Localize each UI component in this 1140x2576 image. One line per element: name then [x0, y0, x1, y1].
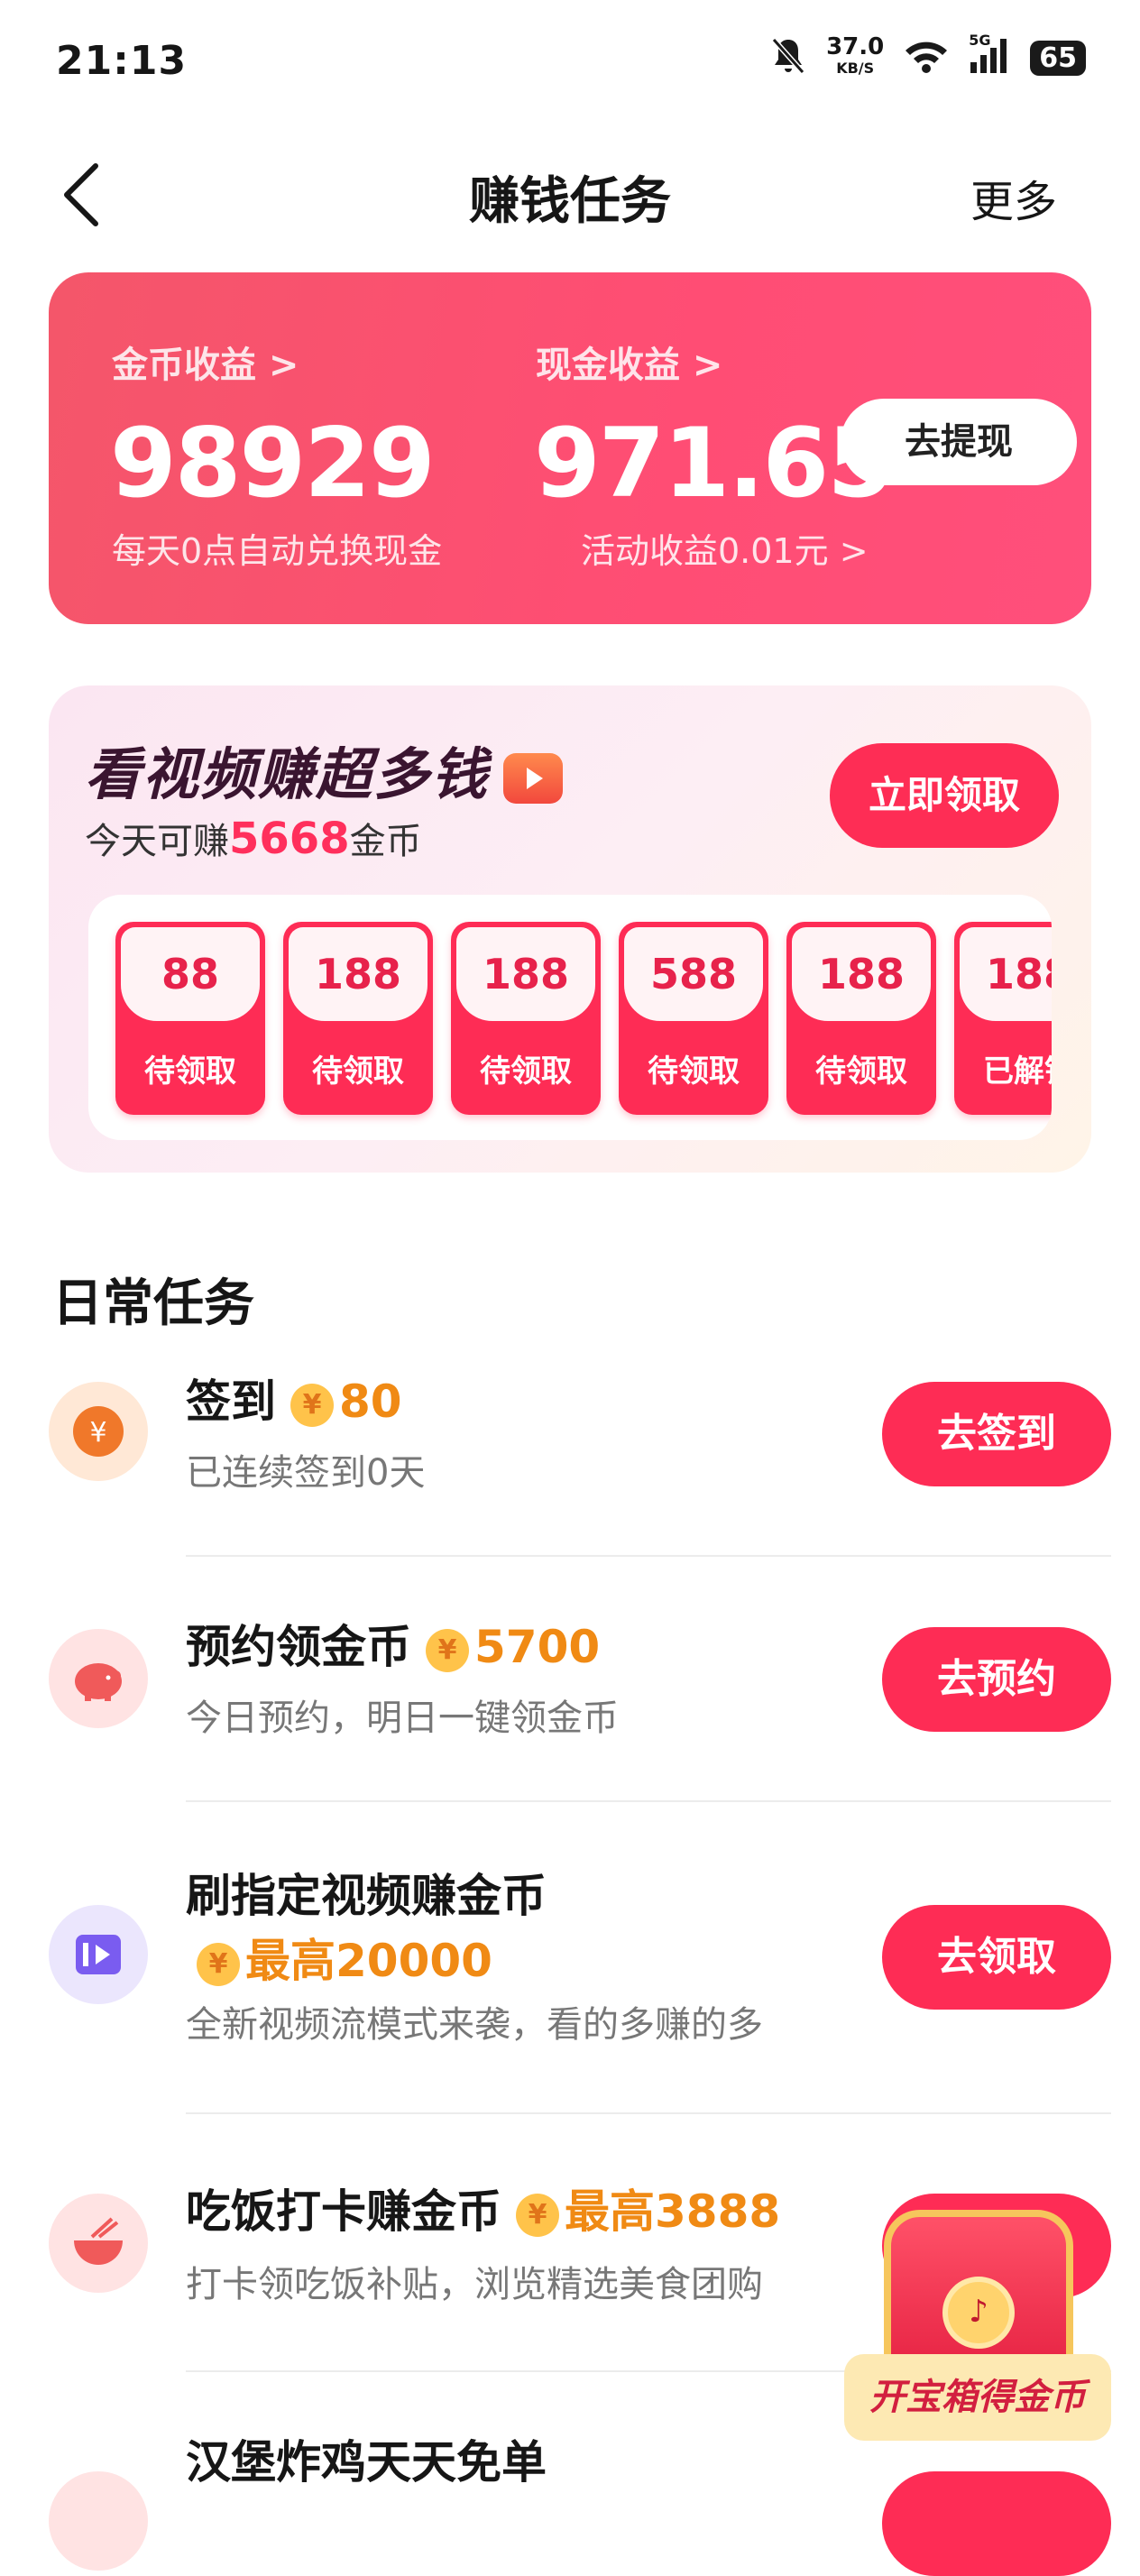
video-icon	[49, 1905, 148, 2004]
tiktok-icon: ♪	[942, 2277, 1015, 2349]
coin-icon: ¥	[290, 1383, 334, 1427]
coin-icon: ¥	[197, 1942, 240, 1986]
coin-earnings-note: 每天0点自动兑换现金	[112, 531, 443, 571]
wifi-icon	[904, 38, 949, 78]
earnings-card: 金币收益 > 98929 每天0点自动兑换现金 现金收益 > 971.65 活动…	[49, 272, 1091, 624]
reward-tile[interactable]: 188 待领取	[451, 922, 601, 1115]
task-name: 预约领金币 ¥5700	[186, 1621, 601, 1673]
reserve-button[interactable]: 去预约	[882, 1627, 1111, 1732]
divider	[186, 1555, 1111, 1557]
daily-tasks-heading: 日常任务	[52, 1274, 254, 1333]
video-card-title: 看视频赚超多钱	[85, 729, 564, 810]
cellular-signal-icon: 5G	[969, 32, 1010, 78]
more-button[interactable]: 更多	[970, 166, 1057, 229]
tv-icon	[503, 752, 564, 804]
reward-tile[interactable]: 188 待领取	[786, 922, 936, 1115]
network-speed: 37.0 KB/S	[826, 33, 885, 77]
burger-icon	[49, 2471, 148, 2571]
coin-icon: ¥	[49, 1382, 148, 1481]
cash-earnings-value: 971.65	[534, 408, 894, 519]
divider	[186, 1800, 1111, 1802]
coin-earnings-value: 98929	[110, 408, 436, 519]
withdraw-button[interactable]: 去提现	[841, 399, 1077, 485]
status-icons: 37.0 KB/S 5G 65	[770, 32, 1086, 79]
claim-now-button[interactable]: 立即领取	[830, 743, 1059, 848]
treasure-chest-button[interactable]: ♪ 开宝箱得金币	[830, 2201, 1118, 2507]
status-time: 21:13	[56, 38, 188, 84]
cash-earnings-link[interactable]: 现金收益 >	[536, 336, 722, 388]
reward-tile[interactable]: 88 待领取	[115, 922, 265, 1115]
divider	[186, 2112, 1111, 2114]
task-desc: 今日预约，明日一键领金币	[186, 1697, 619, 1739]
coin-icon: ¥	[426, 1628, 469, 1672]
task-desc: 已连续签到0天	[186, 1452, 426, 1494]
bowl-icon	[49, 2194, 148, 2293]
task-desc: 打卡领吃饭补贴，浏览精选美食团购	[186, 2264, 763, 2305]
task-reward: ¥ 最高20000	[182, 1925, 492, 1990]
reward-tiles: 88待领取 188待领取 188待领取 588待领取 188待领取 188已解锁	[88, 895, 1052, 1140]
reward-tile[interactable]: 188 待领取	[283, 922, 433, 1115]
coin-earnings-link[interactable]: 金币收益 >	[112, 336, 299, 388]
reward-tile[interactable]: 188已解锁	[954, 922, 1052, 1115]
claim-video-button[interactable]: 去领取	[882, 1905, 1111, 2010]
video-reward-card: 看视频赚超多钱 今天可赚5668金币 立即领取 88 待领取 188 待领取 188…	[49, 685, 1091, 1173]
battery-icon: 65	[1030, 40, 1086, 76]
task-desc: 全新视频流模式来袭，看的多赚的多	[186, 2004, 763, 2046]
reward-tile[interactable]: 588 待领取	[619, 922, 768, 1115]
task-name: 吃饭打卡赚金币 ¥ 最高3888	[186, 2185, 781, 2238]
activity-earnings-link[interactable]: 活动收益0.01元 >	[581, 523, 869, 573]
page-title: 赚钱任务	[469, 172, 671, 231]
task-name: 刷指定视频赚金币	[186, 1870, 547, 1922]
treasure-chest-label: 开宝箱得金币	[844, 2354, 1111, 2441]
checkin-button[interactable]: 去签到	[882, 1382, 1111, 1486]
mute-icon	[770, 36, 806, 79]
svg-text:¥: ¥	[89, 1417, 106, 1449]
status-bar: 21:13 37.0 KB/S 5G 65	[0, 0, 1140, 126]
piggy-bank-icon	[49, 1629, 148, 1728]
task-name: 签到 ¥80	[186, 1375, 402, 1428]
video-card-subtitle: 今天可赚5668金币	[85, 814, 422, 864]
task-name: 汉堡炸鸡天天免单	[186, 2436, 547, 2489]
coin-icon: ¥	[516, 2193, 559, 2237]
